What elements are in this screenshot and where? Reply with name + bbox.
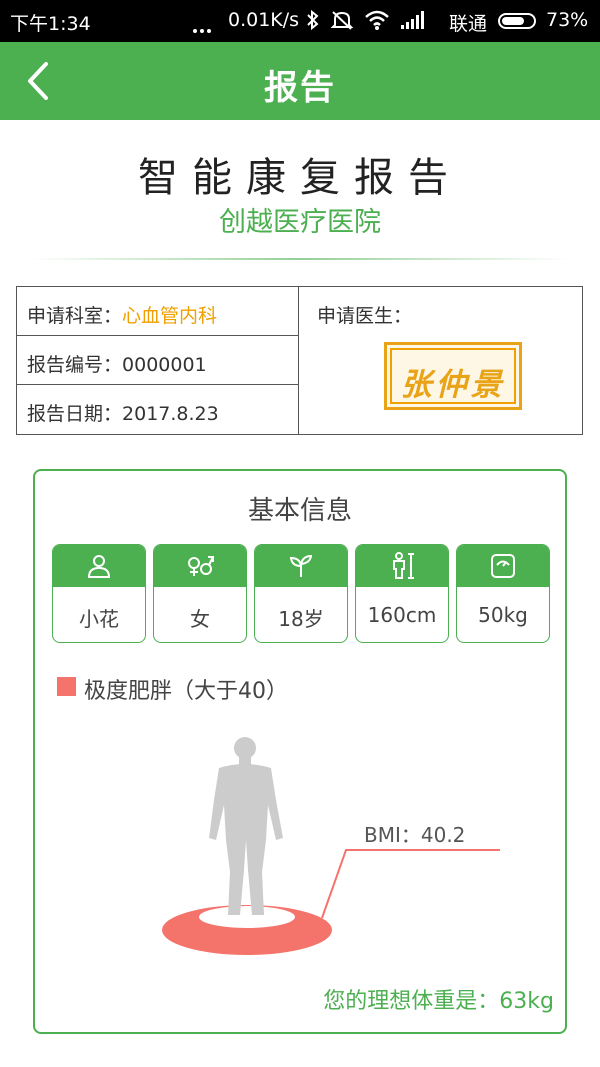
department-row: 申请科室：心血管内科 [17,287,299,336]
bmi-value: BMI：40.2 [364,823,466,847]
height-icon [393,552,414,579]
bmi-category-label: 极度肥胖（大于40） [84,679,288,704]
battery-icon [498,13,536,29]
report-title: 智能康复报告 [138,156,462,200]
report-number-row: 报告编号：0000001 [17,336,299,385]
department-label: 申请科室： [27,305,123,327]
wifi-icon [365,10,389,30]
ideal-weight: 您的理想体重是：63kg [323,989,554,1014]
seal-text: 张仲景 [400,367,506,403]
divider [30,258,570,260]
department-value: 心血管内科 [122,305,218,327]
report-date-row: 报告日期：2017.8.23 [17,385,299,435]
battery-level [502,17,524,25]
chip-header [356,545,448,587]
status-time: 下午1:34 [10,13,91,35]
doctor-label: 申请医生： [317,305,413,327]
chip-header [255,545,347,587]
age-chip: 18岁 [254,544,348,643]
chip-header [53,545,145,587]
bmi-category-swatch [57,677,76,696]
status-icons [306,9,428,31]
gender-icon [188,556,214,576]
scale-icon [491,554,515,578]
report-date-value: 2017.8.23 [122,403,219,425]
weight-value: 50kg [478,603,528,627]
gender-value: 女 [190,607,210,631]
signal-icon [401,11,424,29]
report-date-label: 报告日期： [27,403,123,425]
carrier-name: 联通 [449,13,488,35]
app-header: 报告 [0,42,600,120]
report-number-label: 报告编号： [27,354,123,376]
person-icon [87,555,111,578]
height-chip: 160cm [355,544,449,643]
battery-percent: 73% [546,9,589,31]
more-dots-icon [193,19,214,41]
hospital-name: 创越医疗医院 [219,207,381,238]
status-bar: 下午1:34 0.01K/s 联通 73% [0,0,600,42]
chip-header [154,545,246,587]
height-value: 160cm [367,603,437,627]
bluetooth-icon [307,9,319,31]
report-number-value: 0000001 [122,354,207,376]
gender-chip: 女 [153,544,247,643]
mute-icon [330,11,354,30]
age-value: 18岁 [278,607,324,631]
basic-info-title: 基本信息 [247,496,352,526]
name-value: 小花 [79,607,119,631]
header-title: 报告 [264,68,336,108]
weight-chip: 50kg [456,544,550,643]
network-speed: 0.01K/s [228,9,300,31]
doctor-seal: 张仲景 [384,342,522,410]
name-chip: 小花 [52,544,146,643]
sprout-icon [289,554,313,577]
chip-header [457,545,549,587]
